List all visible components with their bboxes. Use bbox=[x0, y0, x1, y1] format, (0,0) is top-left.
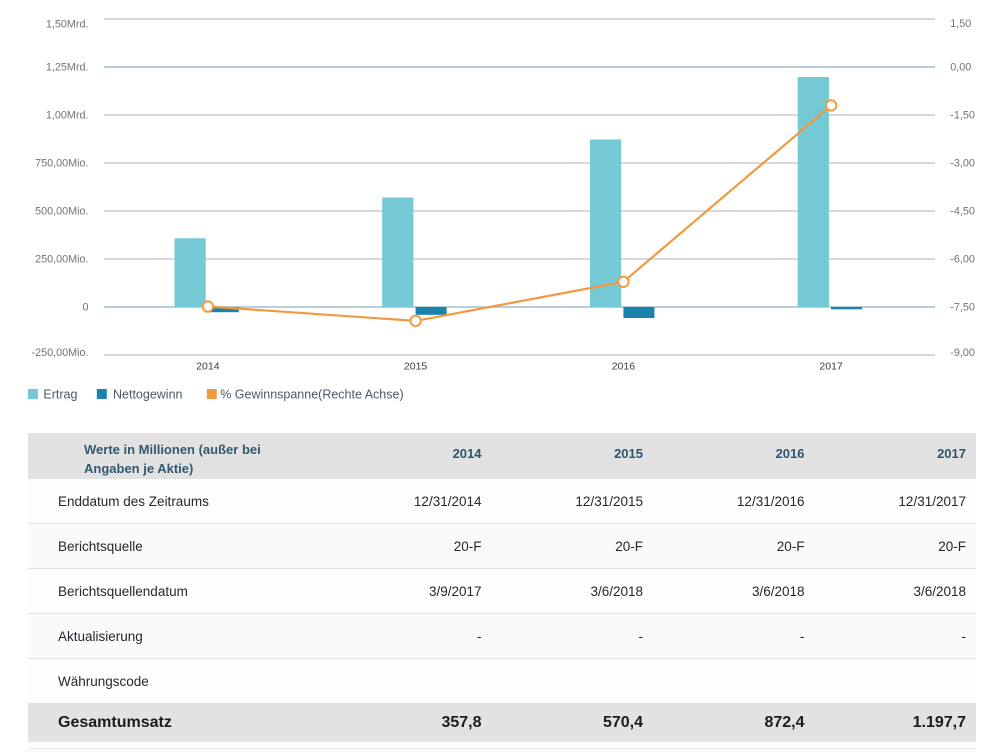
svg-text:2017: 2017 bbox=[819, 361, 843, 373]
svg-text:1,00Mrd.: 1,00Mrd. bbox=[46, 110, 89, 122]
svg-text:% Gewinnspanne(Rechte Achse): % Gewinnspanne(Rechte Achse) bbox=[220, 387, 403, 401]
svg-text:-4,50: -4,50 bbox=[950, 206, 975, 218]
svg-text:-9,00: -9,00 bbox=[950, 347, 975, 359]
svg-text:-7,50: -7,50 bbox=[950, 302, 975, 314]
svg-text:Ertrag: Ertrag bbox=[43, 387, 77, 401]
svg-text:-1,50: -1,50 bbox=[950, 110, 975, 122]
svg-text:2016: 2016 bbox=[612, 361, 636, 373]
svg-text:-250,00Mio.: -250,00Mio. bbox=[31, 347, 88, 359]
svg-text:1,25Mrd.: 1,25Mrd. bbox=[46, 62, 89, 74]
svg-text:0,00: 0,00 bbox=[950, 62, 971, 74]
svg-text:Nettogewinn: Nettogewinn bbox=[113, 387, 183, 401]
svg-text:2014: 2014 bbox=[196, 361, 220, 373]
svg-text:2015: 2015 bbox=[404, 361, 428, 373]
svg-text:1,50Mrd.: 1,50Mrd. bbox=[46, 19, 89, 31]
svg-text:250,00Mio.: 250,00Mio. bbox=[35, 254, 88, 266]
svg-text:500,00Mio.: 500,00Mio. bbox=[35, 206, 88, 218]
svg-text:750,00Mio.: 750,00Mio. bbox=[35, 158, 88, 170]
svg-text:0: 0 bbox=[82, 302, 88, 314]
svg-text:-6,00: -6,00 bbox=[950, 254, 975, 266]
svg-text:1,50: 1,50 bbox=[950, 18, 971, 30]
svg-text:-3,00: -3,00 bbox=[950, 158, 975, 170]
